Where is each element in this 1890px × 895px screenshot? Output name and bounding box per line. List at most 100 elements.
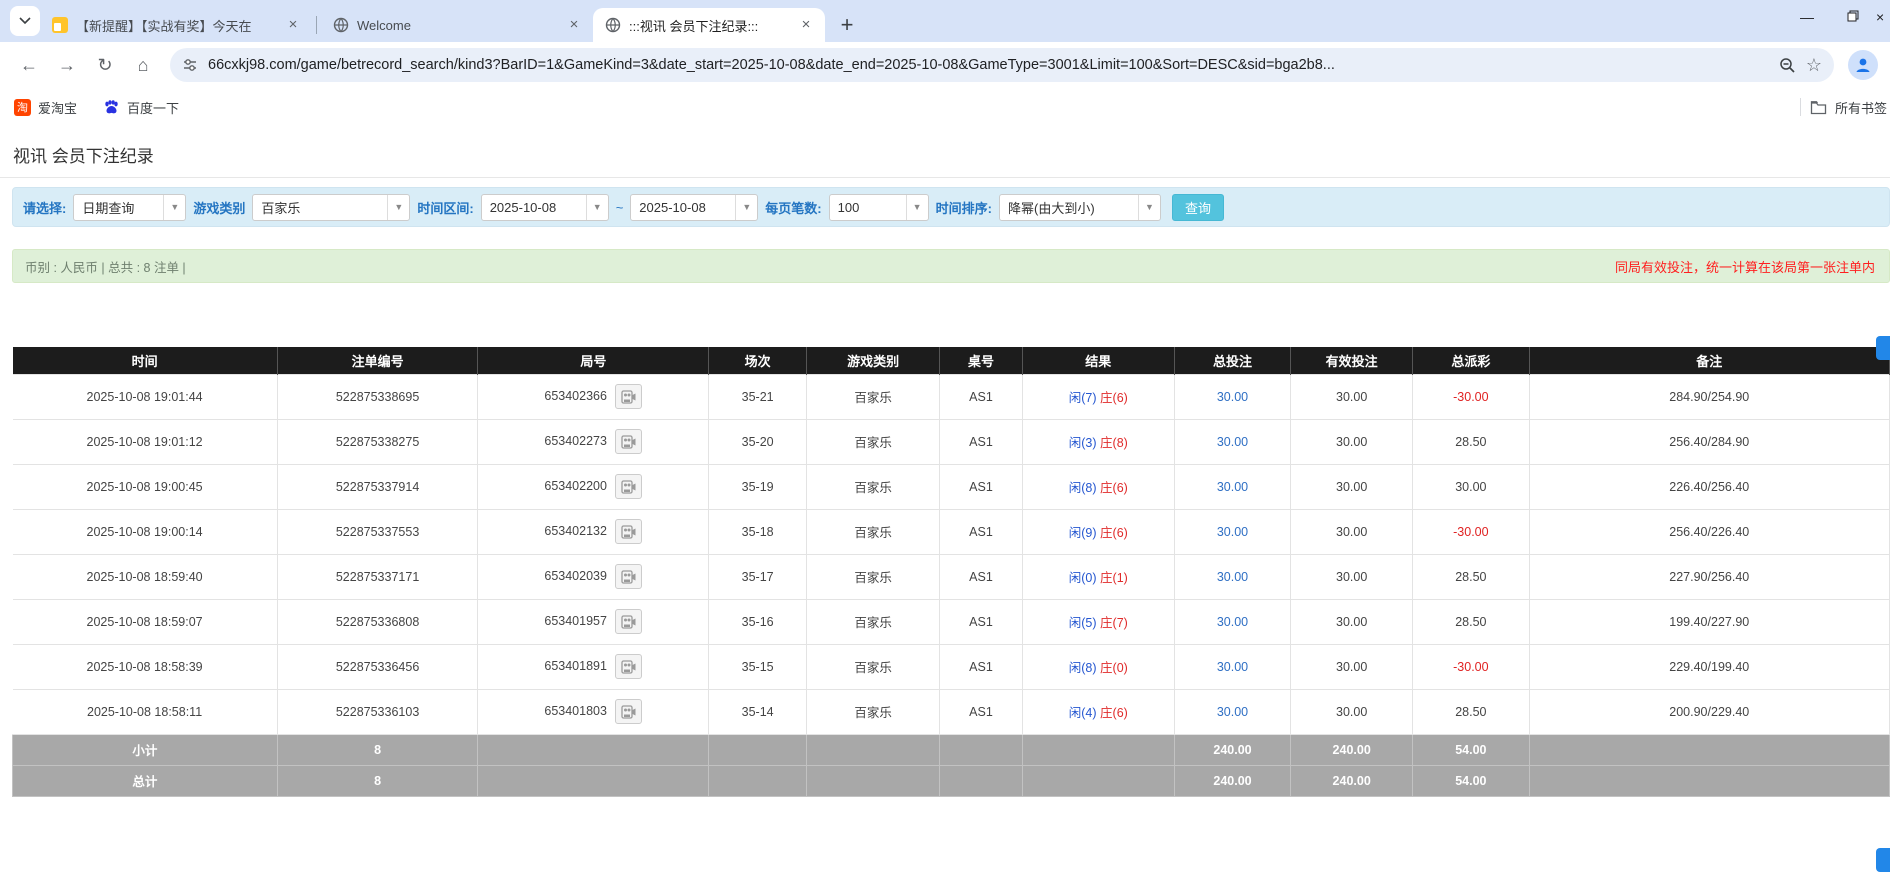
bookmark-taobao[interactable]: 淘 爱淘宝 [14, 98, 77, 117]
browser-toolbar: ← → ↻ ⌂ 66cxkj98.com/game/betrecord_sear… [0, 42, 1890, 88]
close-tab-icon[interactable]: × [565, 16, 583, 34]
forward-button[interactable]: → [50, 48, 84, 82]
round-cell: 653401803 [478, 689, 709, 734]
tab-search-button[interactable] [10, 6, 40, 36]
bookmark-star-icon[interactable]: ☆ [1806, 55, 1822, 76]
empty-cell [1529, 765, 1889, 796]
table-no-cell: AS1 [940, 644, 1023, 689]
total-bet-link[interactable]: 30.00 [1217, 435, 1248, 449]
search-button[interactable]: 查询 [1172, 194, 1224, 221]
bet-record-table: 时间 注单编号 局号 场次 游戏类别 桌号 结果 总投注 有效投注 [12, 347, 1890, 797]
date-end-select[interactable]: 2025-10-08 ▼ [630, 194, 758, 221]
column-header: 结果 [1022, 347, 1174, 374]
address-bar[interactable]: 66cxkj98.com/game/betrecord_search/kind3… [170, 48, 1834, 82]
close-window-button[interactable]: × [1876, 0, 1890, 34]
total-bet-cell: 30.00 [1174, 644, 1290, 689]
browser-tab-welcome[interactable]: Welcome × [321, 8, 593, 42]
video-replay-button[interactable] [615, 609, 642, 634]
film-icon [621, 705, 636, 719]
zoom-icon[interactable] [1779, 57, 1796, 74]
tab-title: :::视讯 会员下注纪录::: [629, 16, 789, 35]
empty-cell [478, 734, 709, 765]
video-replay-button[interactable] [615, 429, 642, 454]
film-icon [621, 435, 636, 449]
back-button[interactable]: ← [12, 48, 46, 82]
column-header: 有效投注 [1291, 347, 1413, 374]
browser-tab-betrecord-active[interactable]: :::视讯 会员下注纪录::: × [593, 8, 825, 42]
payout-cell: -30.00 [1413, 644, 1529, 689]
payout-cell: 30.00 [1413, 464, 1529, 509]
close-tab-icon[interactable]: × [284, 16, 302, 34]
home-button[interactable]: ⌂ [126, 48, 160, 82]
bookmark-baidu[interactable]: 百度一下 [103, 98, 179, 117]
game-type-label: 游戏类别 [193, 198, 245, 217]
page-title: 视讯 会员下注纪录 [0, 126, 1890, 177]
browser-tab-forum[interactable]: 【新提醒】【实战有奖】今天在 × [40, 8, 312, 42]
floating-edge-button-bottom[interactable] [1876, 848, 1890, 872]
valid-bet-cell: 30.00 [1291, 374, 1413, 419]
empty-cell [806, 734, 939, 765]
baidu-paw-icon [103, 99, 120, 116]
total-bet-link[interactable]: 30.00 [1217, 390, 1248, 404]
per-page-select[interactable]: 100 ▼ [829, 194, 929, 221]
total-bet-link[interactable]: 30.00 [1217, 615, 1248, 629]
banker-result: 庄(6) [1100, 526, 1128, 540]
minimize-button[interactable]: — [1784, 0, 1830, 34]
sort-order-select[interactable]: 降幂(由大到小) ▼ [999, 194, 1161, 221]
player-result: 闲(3) [1069, 436, 1097, 450]
total-bet-link[interactable]: 30.00 [1217, 525, 1248, 539]
player-result: 闲(7) [1069, 391, 1097, 405]
all-bookmarks-button[interactable]: 所有书签 [1810, 98, 1890, 117]
video-replay-button[interactable] [615, 384, 642, 409]
round-cell: 653401957 [478, 599, 709, 644]
game-type-select[interactable]: 百家乐 ▼ [252, 194, 410, 221]
player-result: 闲(5) [1069, 616, 1097, 630]
banker-result: 庄(6) [1100, 481, 1128, 495]
player-result: 闲(9) [1069, 526, 1097, 540]
banker-result: 庄(1) [1100, 571, 1128, 585]
video-replay-button[interactable] [615, 654, 642, 679]
date-start-select[interactable]: 2025-10-08 ▼ [481, 194, 609, 221]
query-type-select[interactable]: 日期查询 ▼ [73, 194, 186, 221]
note-cell: 226.40/256.40 [1529, 464, 1889, 509]
total-bet-link[interactable]: 30.00 [1217, 570, 1248, 584]
close-tab-icon[interactable]: × [797, 16, 815, 34]
time-cell: 2025-10-08 18:59:40 [13, 554, 278, 599]
window-controls: — × [1784, 0, 1890, 34]
player-result: 闲(8) [1069, 661, 1097, 675]
payout-value: -30.00 [1453, 390, 1488, 404]
url-text[interactable]: 66cxkj98.com/game/betrecord_search/kind3… [208, 57, 1769, 73]
bet-id-cell: 522875337171 [277, 554, 478, 599]
video-replay-button[interactable] [615, 564, 642, 589]
bet-id-cell: 522875336103 [277, 689, 478, 734]
total-bet-link[interactable]: 30.00 [1217, 660, 1248, 674]
result-cell: 闲(7) 庄(6) [1022, 374, 1174, 419]
date-range-label: 时间区间: [417, 198, 473, 217]
new-tab-button[interactable]: + [833, 11, 861, 39]
total-bet-cell: 30.00 [1174, 509, 1290, 554]
total-bet-link[interactable]: 30.00 [1217, 480, 1248, 494]
session-cell: 35-16 [709, 599, 807, 644]
chevron-down-icon: ▼ [387, 195, 409, 220]
profile-avatar[interactable] [1848, 50, 1878, 80]
total-label: 总计 [13, 765, 278, 796]
payout-cell: 28.50 [1413, 599, 1529, 644]
total-bet-cell: 30.00 [1174, 689, 1290, 734]
filter-bar: 请选择: 日期查询 ▼ 游戏类别 百家乐 ▼ 时间区间: 2025-10-08 … [12, 187, 1890, 227]
game-type-cell: 百家乐 [806, 599, 939, 644]
bookmark-label: 爱淘宝 [38, 98, 77, 117]
time-cell: 2025-10-08 19:00:14 [13, 509, 278, 554]
subtotal-row: 小计 8 240.00 240.00 54.00 [13, 734, 1890, 765]
total-total-bet: 240.00 [1174, 765, 1290, 796]
site-settings-icon[interactable] [182, 57, 198, 73]
restore-button[interactable] [1830, 0, 1876, 34]
floating-edge-button-top[interactable] [1876, 336, 1890, 360]
currency-total-text: 币别 : 人民币 | 总共 : 8 注单 | [25, 257, 186, 276]
round-number: 653402039 [544, 569, 607, 583]
video-replay-button[interactable] [615, 519, 642, 544]
reload-button[interactable]: ↻ [88, 48, 122, 82]
chevron-down-icon: ▼ [735, 195, 757, 220]
total-bet-link[interactable]: 30.00 [1217, 705, 1248, 719]
video-replay-button[interactable] [615, 699, 642, 724]
video-replay-button[interactable] [615, 474, 642, 499]
